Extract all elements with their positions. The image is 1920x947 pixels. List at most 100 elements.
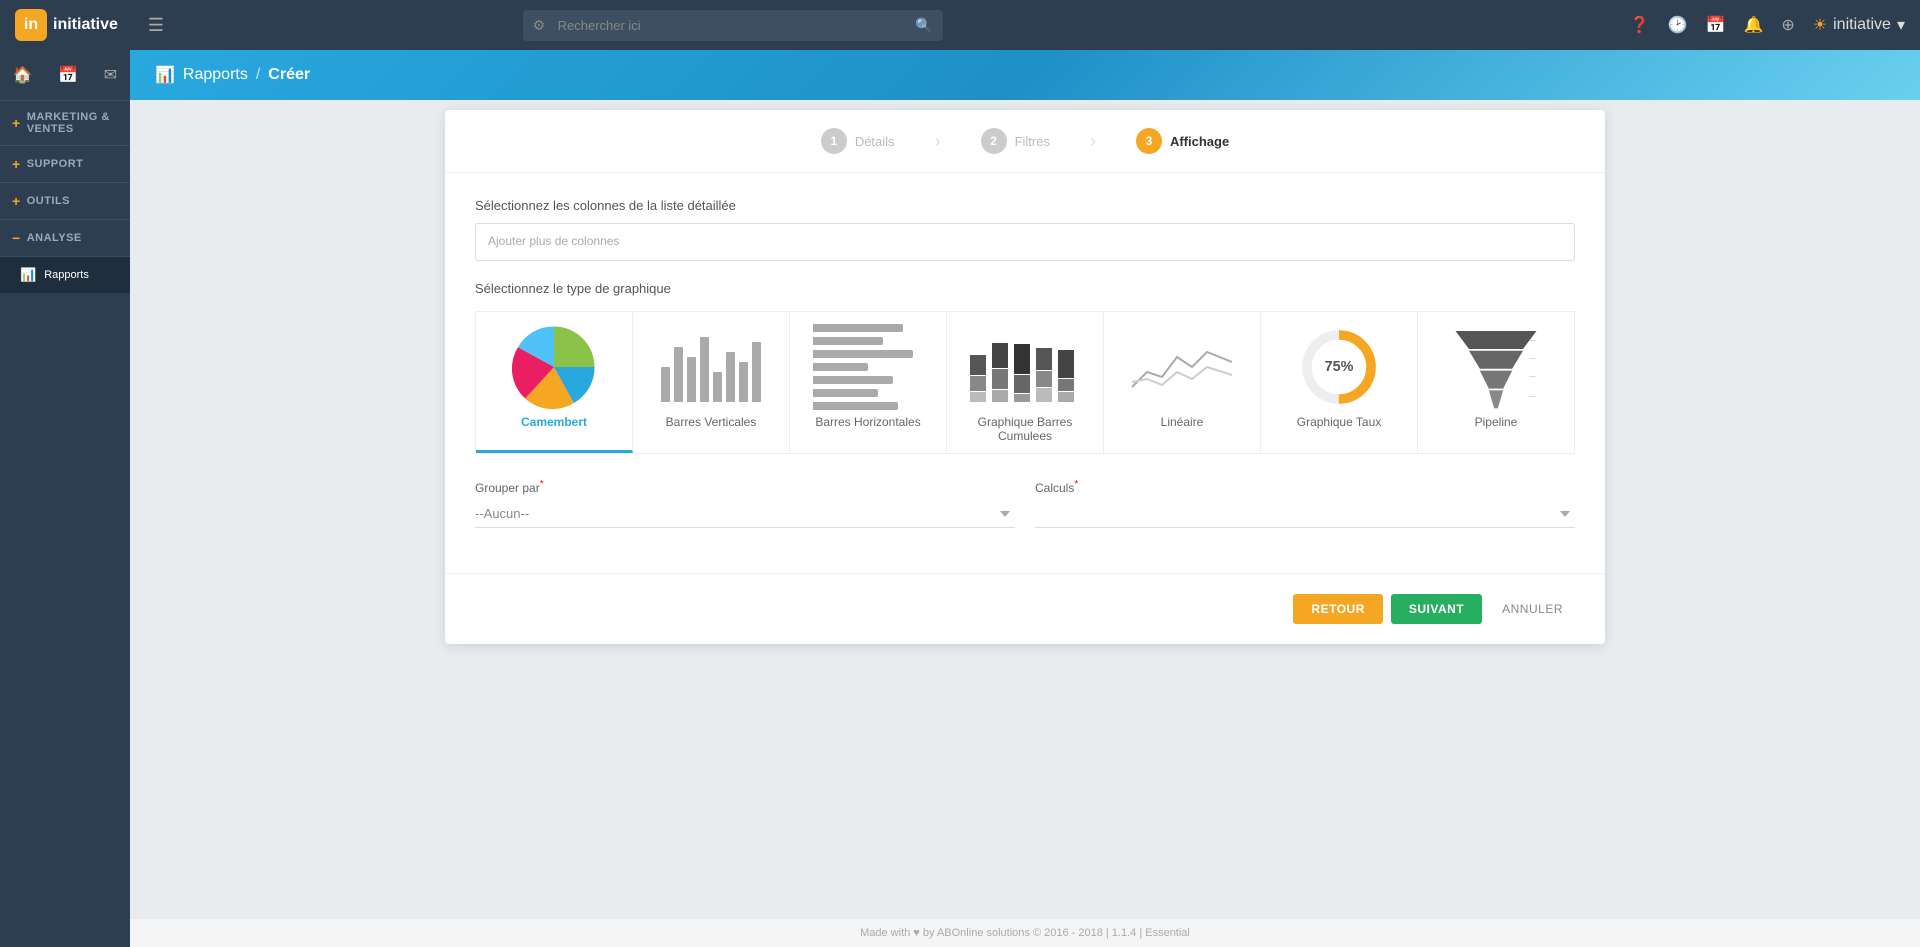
- step-1-circle: 1: [821, 128, 847, 154]
- chart-type-lineaire[interactable]: Linéaire: [1104, 312, 1261, 453]
- content-area: 📊 Rapports / Créer 1 Détails ›: [130, 50, 1920, 947]
- step-affichage: 3 Affichage: [1136, 128, 1229, 154]
- sidebar-item-label: MARKETING & VENTES: [27, 111, 118, 135]
- search-bar: ⚙ 🔍: [523, 10, 943, 41]
- breadcrumb-page: Créer: [268, 66, 310, 84]
- notifications-icon[interactable]: 🔔: [1743, 15, 1763, 35]
- logo-icon: in: [15, 9, 47, 41]
- filter-icon: ⚙: [533, 17, 546, 34]
- grouper-calculs-row: Grouper par* --Aucun-- Calculs*: [475, 479, 1575, 528]
- footer: Made with ♥ by ABOnline solutions © 2016…: [130, 919, 1920, 947]
- breadcrumb-section: Rapports: [183, 66, 248, 84]
- help-icon[interactable]: ❓: [1630, 15, 1650, 35]
- sidebar-item-rapports[interactable]: 📊 Rapports: [0, 257, 130, 293]
- add-icon[interactable]: ⊕: [1781, 15, 1794, 35]
- chart-type-barres-v[interactable]: Barres Verticales: [633, 312, 790, 453]
- sidebar-item-marketing[interactable]: + MARKETING & VENTES: [0, 101, 130, 146]
- chart-types-selector: Camembert: [475, 311, 1575, 454]
- step-details: 1 Détails: [821, 128, 895, 154]
- chart-type-name: Graphique Barres Cumulees: [957, 415, 1093, 443]
- grouper-select[interactable]: --Aucun--: [475, 500, 1015, 528]
- calculs-label: Calculs*: [1035, 479, 1575, 495]
- columns-section-label: Sélectionnez les colonnes de la liste dé…: [475, 198, 1575, 213]
- dialog-overlay: 1 Détails › 2 Filtres › 3: [130, 100, 1920, 919]
- sidebar-item-analyse[interactable]: − ANALYSE: [0, 220, 130, 257]
- svg-text:—: —: [1529, 373, 1536, 380]
- sidebar-item-label: SUPPORT: [27, 158, 84, 170]
- page-header: 📊 Rapports / Créer: [130, 50, 1920, 100]
- chart-type-name: Barres Horizontales: [815, 415, 920, 429]
- reports-header-icon: 📊: [155, 65, 175, 85]
- chart-type-gauge[interactable]: 75% Graphique Taux: [1261, 312, 1418, 453]
- chart-type-pipeline[interactable]: — — — — Pipeline: [1418, 312, 1574, 453]
- step-sep-2: ›: [1090, 131, 1096, 152]
- chart-type-name: Linéaire: [1161, 415, 1204, 429]
- sidebar-quick-icons: 🏠 📅 ✉: [0, 50, 130, 101]
- mail-icon[interactable]: ✉: [99, 60, 122, 90]
- stacked-chart-preview: [965, 327, 1085, 407]
- chart-type-camembert[interactable]: Camembert: [476, 312, 633, 453]
- pie-chart-preview: [494, 327, 614, 407]
- chart-type-name: Pipeline: [1475, 415, 1518, 429]
- funnel-chart-preview: — — — —: [1436, 327, 1556, 407]
- retour-button[interactable]: RETOUR: [1293, 594, 1382, 624]
- steps-header: 1 Détails › 2 Filtres › 3: [445, 110, 1605, 173]
- step-3-label: Affichage: [1170, 134, 1229, 149]
- sidebar-item-support[interactable]: + SUPPORT: [0, 146, 130, 183]
- calendar-sidebar-icon[interactable]: 📅: [53, 60, 83, 90]
- expand-icon: +: [12, 193, 21, 209]
- chart-type-barres-h[interactable]: Barres Horizontales: [790, 312, 947, 453]
- line-chart-preview: [1122, 327, 1242, 407]
- chart-type-name: Barres Verticales: [666, 415, 757, 429]
- chart-type-stacked[interactable]: Graphique Barres Cumulees: [947, 312, 1104, 453]
- annuler-button[interactable]: ANNULER: [1490, 594, 1575, 624]
- chart-type-name: Graphique Taux: [1297, 415, 1382, 429]
- suivant-button[interactable]: SUIVANT: [1391, 594, 1482, 624]
- user-menu[interactable]: ☀ initiative ▾: [1813, 15, 1905, 35]
- calculs-field: Calculs*: [1035, 479, 1575, 528]
- topbar-actions: ❓ 🕑 📅 🔔 ⊕ ☀ initiative ▾: [1630, 15, 1905, 35]
- sidebar: 🏠 📅 ✉ + MARKETING & VENTES + SUPPORT + O…: [0, 50, 130, 947]
- grouper-field: Grouper par* --Aucun--: [475, 479, 1015, 528]
- bar-h-chart-preview: [808, 327, 928, 407]
- columns-placeholder: Ajouter plus de colonnes: [488, 234, 619, 248]
- sidebar-item-outils[interactable]: + OUTILS: [0, 183, 130, 220]
- step-filtres: 2 Filtres: [981, 128, 1050, 154]
- main-layout: 🏠 📅 ✉ + MARKETING & VENTES + SUPPORT + O…: [0, 50, 1920, 947]
- dialog-box: 1 Détails › 2 Filtres › 3: [445, 110, 1605, 644]
- step-1-label: Détails: [855, 134, 895, 149]
- chart-section-label: Sélectionnez le type de graphique: [475, 281, 1575, 296]
- topbar: in initiative ☰ ⚙ 🔍 ❓ 🕑 📅 🔔 ⊕ ☀ initiati…: [0, 0, 1920, 50]
- footer-text: Made with ♥ by ABOnline solutions © 2016…: [860, 927, 1190, 939]
- gauge-chart-preview: 75%: [1279, 327, 1399, 407]
- columns-input[interactable]: Ajouter plus de colonnes: [475, 223, 1575, 261]
- form-actions: RETOUR SUIVANT ANNULER: [445, 573, 1605, 644]
- svg-text:—: —: [1529, 355, 1536, 362]
- step-2-circle: 2: [981, 128, 1007, 154]
- search-icon: 🔍: [915, 17, 932, 34]
- app-title: initiative: [53, 16, 118, 34]
- home-icon[interactable]: 🏠: [8, 60, 38, 90]
- expand-icon: +: [12, 156, 21, 172]
- reports-icon: 📊: [20, 267, 36, 283]
- user-avatar-icon: ☀: [1813, 15, 1827, 35]
- search-input[interactable]: [523, 10, 943, 41]
- history-icon[interactable]: 🕑: [1668, 15, 1688, 35]
- collapse-icon: −: [12, 230, 21, 246]
- step-sep-1: ›: [935, 131, 941, 152]
- breadcrumb-separator: /: [256, 66, 260, 84]
- chart-type-name: Camembert: [521, 415, 587, 429]
- step-3-circle: 3: [1136, 128, 1162, 154]
- svg-text:—: —: [1529, 394, 1536, 401]
- sidebar-item-label: Rapports: [44, 269, 89, 281]
- calculs-select[interactable]: [1035, 500, 1575, 528]
- svg-text:75%: 75%: [1325, 359, 1354, 375]
- chevron-down-icon: ▾: [1897, 15, 1905, 35]
- bar-v-chart-preview: [651, 327, 771, 407]
- calendar-icon[interactable]: 📅: [1706, 15, 1726, 35]
- expand-icon: +: [12, 115, 21, 131]
- sidebar-item-label: OUTILS: [27, 195, 70, 207]
- sidebar-item-label: ANALYSE: [27, 232, 82, 244]
- menu-toggle-button[interactable]: ☰: [148, 15, 164, 36]
- form-content: Sélectionnez les colonnes de la liste dé…: [445, 173, 1605, 573]
